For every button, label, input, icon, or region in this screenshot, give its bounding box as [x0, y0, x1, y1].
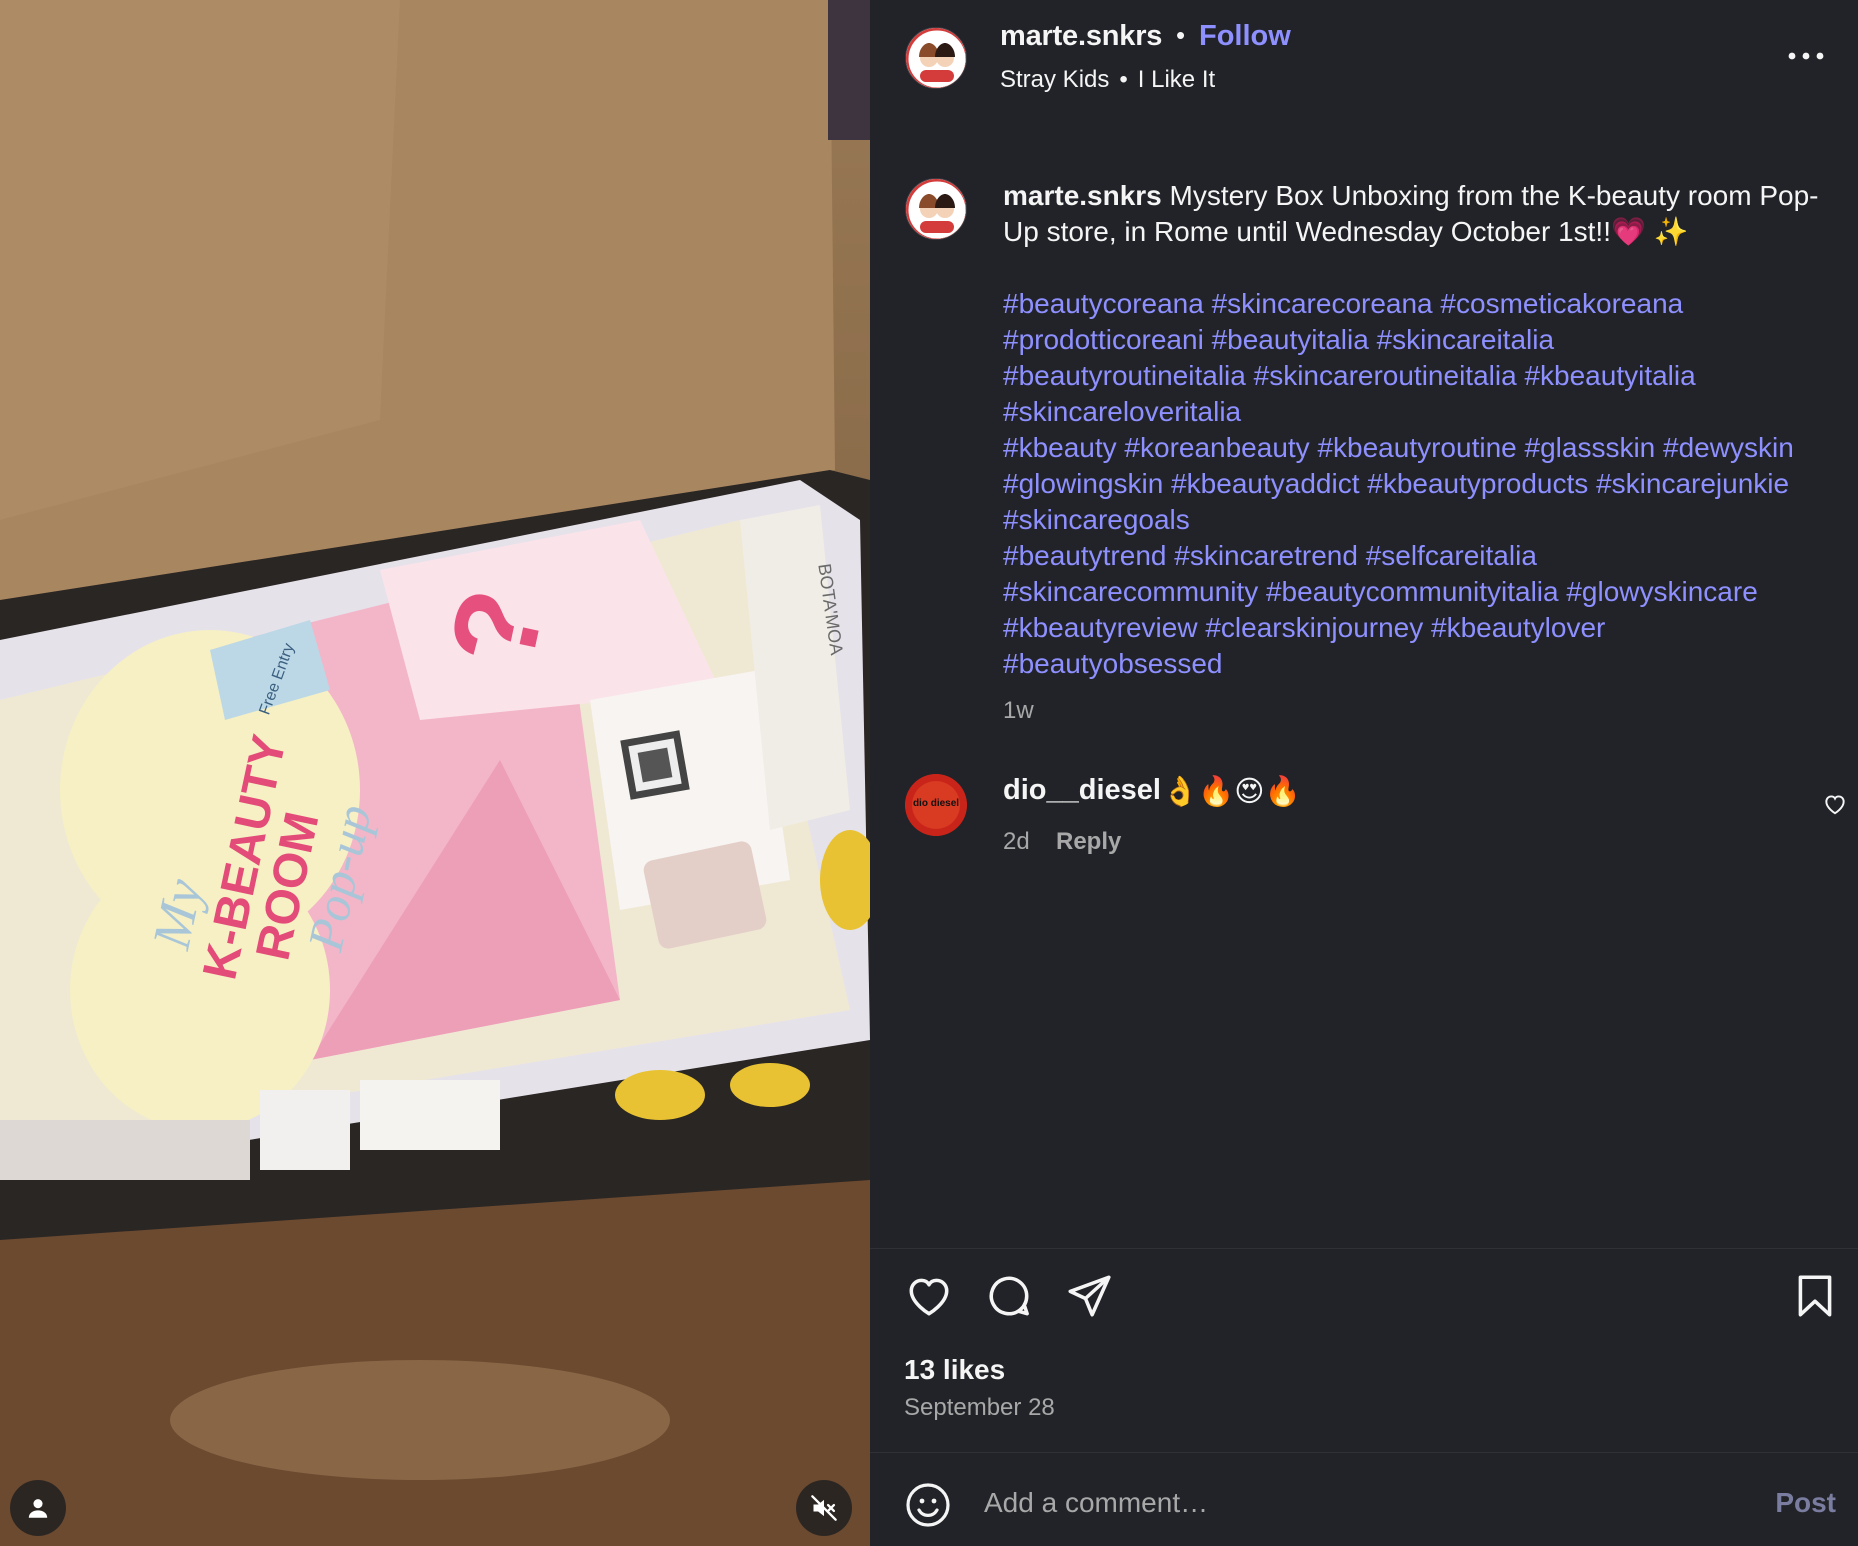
audio-track[interactable]: I Like It: [1138, 66, 1215, 94]
hashtag-link[interactable]: #kbeautyroutine: [1317, 432, 1516, 463]
tagged-users-button[interactable]: [10, 1480, 66, 1536]
commenter-avatar[interactable]: dio diesel: [905, 774, 967, 836]
hashtag-link[interactable]: #kbeautyreview: [1003, 612, 1198, 643]
comment-text: 👌🔥😍🔥: [1162, 776, 1301, 808]
author-avatar[interactable]: [905, 27, 967, 89]
follow-button[interactable]: Follow: [1199, 20, 1291, 53]
hashtag-link[interactable]: #beautyobsessed: [1003, 648, 1223, 679]
hashtag-link[interactable]: #kbeautyproducts: [1367, 468, 1588, 499]
caption-username[interactable]: marte.snkrs: [1003, 180, 1162, 211]
hashtag-line: #skincareloveritalia: [1003, 394, 1843, 430]
post-date: September 28: [904, 1394, 1055, 1421]
post-comment-button[interactable]: Post: [1775, 1487, 1836, 1519]
comment-heart-icon[interactable]: [1822, 791, 1848, 817]
hashtag-link[interactable]: #prodotticoreani: [1003, 324, 1204, 355]
audio-artist[interactable]: Stray Kids: [1000, 66, 1109, 94]
hashtag-line: #kbeautyreview #clearskinjourney #kbeaut…: [1003, 610, 1843, 646]
hashtag-link[interactable]: #skincareitalia: [1377, 324, 1554, 355]
caption-author-avatar[interactable]: [905, 178, 967, 240]
post-header: marte.snkrs • Follow Stray Kids • I Like I…: [870, 0, 1858, 110]
hashtag-link[interactable]: #beautyroutineitalia: [1003, 360, 1246, 391]
post-media[interactable]: Free Entry My K-BEAUTY ROOM Pop-up ? BOT…: [0, 0, 870, 1546]
hashtag-link[interactable]: #skincaretrend: [1174, 540, 1358, 571]
actions-divider: [870, 1248, 1858, 1249]
hashtag-link[interactable]: #beautyitalia: [1212, 324, 1369, 355]
more-options-icon[interactable]: [1784, 46, 1828, 66]
caption-avatar-image: [906, 179, 966, 239]
header-separator-dot: •: [1176, 20, 1186, 50]
hashtag-line: #beautycoreana #skincarecoreana #cosmeti…: [1003, 286, 1843, 322]
hashtag-link[interactable]: #skincaregoals: [1003, 504, 1190, 535]
hashtag-link[interactable]: #kbeautyaddict: [1171, 468, 1359, 499]
hashtag-link[interactable]: #beautytrend: [1003, 540, 1166, 571]
comment-bubble-icon[interactable]: [984, 1271, 1034, 1321]
hashtag-line: #skincaregoals: [1003, 502, 1843, 538]
mute-toggle-button[interactable]: [796, 1480, 852, 1536]
hashtag-link[interactable]: #selfcareitalia: [1366, 540, 1537, 571]
author-username[interactable]: marte.snkrs: [1000, 20, 1162, 53]
hashtag-link[interactable]: #kbeautyitalia: [1524, 360, 1695, 391]
comment-reply-button[interactable]: Reply: [1056, 828, 1121, 856]
audio-attribution[interactable]: Stray Kids • I Like It: [1000, 66, 1215, 94]
post-caption: marte.snkrs Mystery Box Unboxing from th…: [1003, 178, 1823, 250]
hashtag-link[interactable]: #glowyskincare: [1566, 576, 1757, 607]
tag-user-icon: [28, 1499, 48, 1518]
muted-speaker-icon: [811, 1495, 837, 1521]
hashtag-link[interactable]: #koreanbeauty: [1124, 432, 1309, 463]
hashtag-line: #beautyobsessed: [1003, 646, 1843, 682]
commenter-avatar-text: dio diesel: [913, 798, 959, 809]
post-details-panel: marte.snkrs • Follow Stray Kids • I Like I…: [870, 0, 1858, 1546]
hashtag-link[interactable]: #beautycommunityitalia: [1266, 576, 1559, 607]
hashtag-line: #glowingskin #kbeautyaddict #kbeautyprod…: [1003, 466, 1843, 502]
comment-timestamp: 2d: [1003, 828, 1030, 855]
share-paper-plane-icon[interactable]: [1064, 1271, 1114, 1321]
hashtag-link[interactable]: #kbeauty: [1003, 432, 1117, 463]
hashtag-link[interactable]: #skincarecoreana: [1212, 288, 1433, 319]
hashtag-link[interactable]: #dewyskin: [1663, 432, 1794, 463]
caption-timestamp[interactable]: 1w: [1003, 697, 1034, 725]
hashtag-line: #kbeauty #koreanbeauty #kbeautyroutine #…: [1003, 430, 1843, 466]
hashtag-link[interactable]: #skincarejunkie: [1596, 468, 1789, 499]
unboxing-photo: Free Entry My K-BEAUTY ROOM Pop-up ? BOT…: [0, 0, 870, 1546]
hashtag-line: #beautytrend #skincaretrend #selfcareita…: [1003, 538, 1843, 574]
hashtag-link[interactable]: #skincarecommunity: [1003, 576, 1258, 607]
like-heart-icon[interactable]: [904, 1271, 954, 1321]
hashtag-link[interactable]: #glowingskin: [1003, 468, 1163, 499]
hashtag-link[interactable]: #beautycoreana: [1003, 288, 1204, 319]
emoji-icon[interactable]: [904, 1481, 952, 1529]
hashtag-link[interactable]: #skincareloveritalia: [1003, 396, 1241, 427]
likes-count[interactable]: 13 likes: [904, 1354, 1005, 1386]
add-comment-bar: Post: [870, 1452, 1858, 1546]
hashtag-link[interactable]: #glassskin: [1525, 432, 1656, 463]
bookmark-icon[interactable]: [1790, 1271, 1840, 1321]
author-avatar-image: [906, 28, 966, 88]
hashtag-link[interactable]: #kbeautylover: [1431, 612, 1605, 643]
hashtag-line: #prodotticoreani #beautyitalia #skincare…: [1003, 322, 1843, 358]
hashtag-link[interactable]: #cosmeticakoreana: [1440, 288, 1683, 319]
comment-input[interactable]: [984, 1475, 1724, 1531]
hashtag-line: #skincarecommunity #beautycommunityitali…: [1003, 574, 1843, 610]
comment-username[interactable]: dio__diesel: [1003, 774, 1161, 807]
hashtag-link[interactable]: #skincareroutineitalia: [1254, 360, 1517, 391]
audio-separator: •: [1119, 66, 1128, 93]
hashtag-line: #beautyroutineitalia #skincareroutineita…: [1003, 358, 1843, 394]
hashtag-link[interactable]: #clearskinjourney: [1205, 612, 1423, 643]
caption-hashtags: #beautycoreana #skincarecoreana #cosmeti…: [1003, 286, 1843, 682]
commenter-avatar-image: dio diesel: [905, 774, 967, 836]
